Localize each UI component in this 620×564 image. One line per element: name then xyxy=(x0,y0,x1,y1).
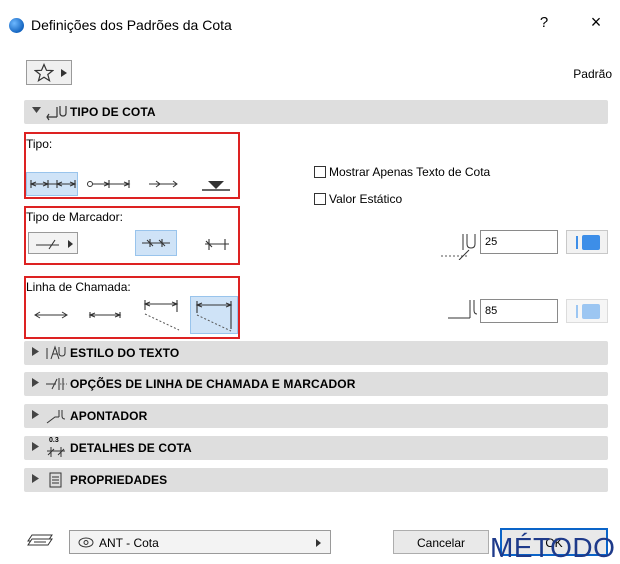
baseline-dimension-icon[interactable] xyxy=(85,174,133,194)
triangle-down-icon xyxy=(32,107,41,113)
triangle-right-icon xyxy=(32,474,39,483)
witness-length-input[interactable]: 85 xyxy=(480,299,558,323)
section-title: OPÇÕES DE LINHA DE CHAMADA E MARCADOR xyxy=(70,377,356,391)
section-title: ESTILO DO TEXTO xyxy=(70,346,180,360)
layer-dropdown[interactable]: ANT - Cota xyxy=(69,530,331,554)
marker-slash-icon xyxy=(36,239,59,250)
triangle-right-icon xyxy=(32,347,39,356)
window-title: Definições dos Padrões da Cota xyxy=(31,17,232,33)
triangle-right-icon xyxy=(61,69,67,77)
eye-icon xyxy=(78,537,94,548)
favorites-button[interactable] xyxy=(26,60,72,85)
show-text-only-label: Mostrar Apenas Texto de Cota xyxy=(329,165,491,179)
marker-tick-icon[interactable] xyxy=(201,232,233,254)
triangle-right-icon xyxy=(68,240,73,248)
favorites-label: Padrão xyxy=(573,67,612,81)
document-list-icon xyxy=(49,472,62,488)
elevation-dimension-icon[interactable] xyxy=(199,174,233,194)
marker-pen-color-button[interactable] xyxy=(566,230,608,254)
pointer-icon xyxy=(46,410,66,424)
section-tipo-de-cota[interactable]: TIPO DE COTA xyxy=(24,100,608,124)
witness-line-full-option[interactable] xyxy=(190,296,238,334)
triangle-right-icon xyxy=(32,442,39,451)
marker-dropdown[interactable] xyxy=(28,232,78,254)
linear-dimension-icon xyxy=(29,180,77,188)
section-title: PROPRIEDADES xyxy=(70,473,168,487)
witness-pen-color-button[interactable] xyxy=(566,299,608,323)
witness-line-full-icon xyxy=(195,301,233,332)
close-button[interactable]: × xyxy=(586,12,606,33)
marker-size-icon xyxy=(441,234,476,260)
marker-option-cross[interactable] xyxy=(135,230,177,256)
section-estilo-do-texto[interactable]: ESTILO DO TEXTO xyxy=(24,341,608,365)
witness-line-none-icon[interactable] xyxy=(32,306,70,324)
layer-name: ANT - Cota xyxy=(99,536,159,550)
overlay-watermark-text: MÉTODO I xyxy=(490,532,620,563)
dimension-details-icon xyxy=(47,447,65,457)
tipo-linear-option[interactable] xyxy=(26,172,78,196)
section-title: DETALHES DE COTA xyxy=(70,441,192,455)
help-button[interactable]: ? xyxy=(536,14,552,31)
triangle-right-icon xyxy=(316,539,321,547)
triangle-right-icon xyxy=(32,410,39,419)
witness-line-dashed-icon[interactable] xyxy=(141,296,183,332)
marker-size-input[interactable]: 25 xyxy=(480,230,558,254)
layers-icon xyxy=(27,534,53,546)
section-opcoes-linha-marcador[interactable]: OPÇÕES DE LINHA DE CHAMADA E MARCADOR xyxy=(24,372,608,396)
show-text-only-checkbox[interactable] xyxy=(314,166,326,178)
app-logo-icon xyxy=(9,18,24,33)
tipo-label: Tipo: xyxy=(26,137,53,151)
marker-cross-icon xyxy=(142,239,170,247)
witness-line-short-icon[interactable] xyxy=(86,306,124,324)
section-title: TIPO DE COTA xyxy=(70,105,156,119)
star-icon xyxy=(34,63,54,83)
witness-marker-options-icon xyxy=(46,378,67,390)
text-style-icon xyxy=(46,345,66,360)
witness-length-icon xyxy=(448,300,478,319)
marcador-label: Tipo de Marcador: xyxy=(26,210,123,224)
cumulative-dimension-icon[interactable] xyxy=(147,174,181,194)
section-propriedades[interactable]: PROPRIEDADES xyxy=(24,468,608,492)
section-title: APONTADOR xyxy=(70,409,148,423)
triangle-right-icon xyxy=(32,378,39,387)
section-detalhes-de-cota[interactable]: 0.3 DETALHES DE COTA xyxy=(24,436,608,460)
dimension-type-icon xyxy=(46,106,67,121)
cancel-button[interactable]: Cancelar xyxy=(393,530,489,554)
static-value-checkbox[interactable] xyxy=(314,193,326,205)
section-apontador[interactable]: APONTADOR xyxy=(24,404,608,428)
chamada-label: Linha de Chamada: xyxy=(26,280,131,294)
static-value-label: Valor Estático xyxy=(329,192,403,206)
